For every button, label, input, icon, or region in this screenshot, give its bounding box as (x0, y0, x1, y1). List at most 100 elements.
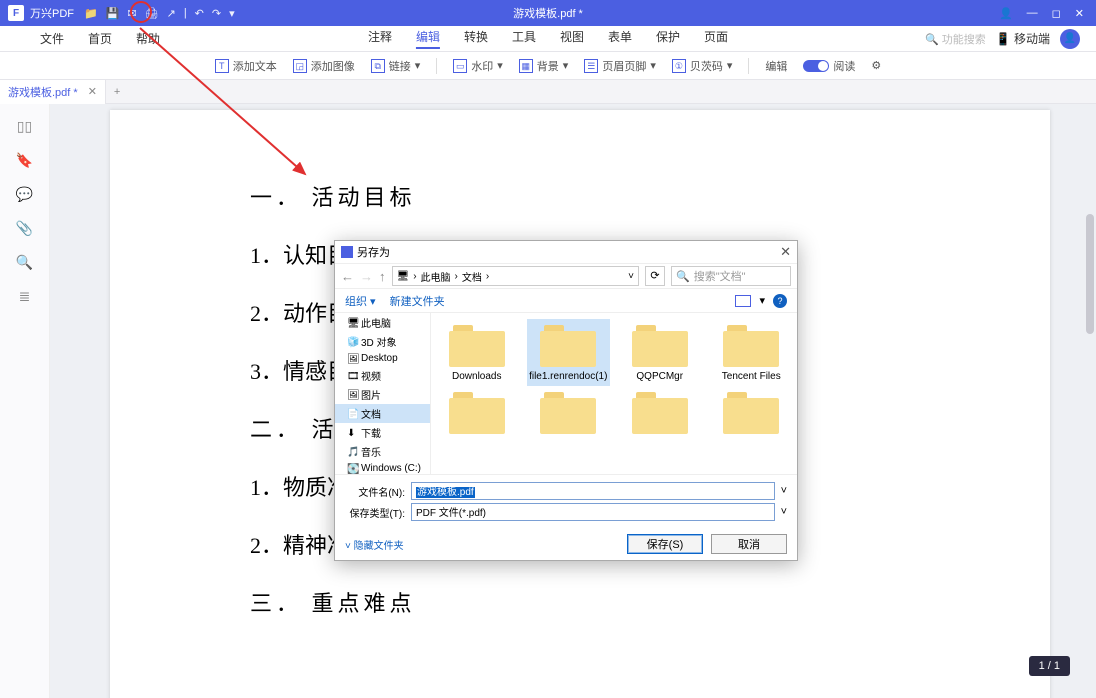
tab-form[interactable]: 表单 (608, 28, 632, 49)
tree-node-pictures[interactable]: 🖼图片 (335, 385, 430, 404)
mobile-link[interactable]: 📱 移动端 (996, 30, 1050, 47)
settings-button[interactable]: ⚙ (871, 59, 881, 72)
tab-page[interactable]: 页面 (704, 28, 728, 49)
open-icon[interactable]: 📁 (84, 7, 98, 20)
dialog-search[interactable]: 🔍 搜索"文档" (671, 266, 791, 286)
comments-icon[interactable]: 💬 (16, 186, 34, 204)
tree-node-downloads[interactable]: ⬇下载 (335, 423, 430, 442)
folder-item[interactable] (618, 386, 702, 442)
add-text-button[interactable]: T添加文本 (215, 58, 277, 74)
left-sidebar: ▯▯ 🔖 💬 📎 🔍 ≣ (0, 104, 50, 698)
filename-label: 文件名(N): (345, 484, 405, 499)
undo-icon[interactable]: ↶ (195, 7, 204, 20)
tree-node-pc[interactable]: 🖥此电脑 (335, 313, 430, 332)
nav-forward-icon[interactable]: → (360, 269, 373, 284)
folder-icon (723, 390, 779, 434)
help-icon[interactable]: ? (773, 294, 787, 308)
bates-button[interactable]: ①贝茨码 ▾ (672, 58, 733, 74)
tab-close-icon[interactable]: ✕ (88, 85, 97, 98)
filename-input[interactable]: 游戏模板.pdf (411, 482, 775, 500)
close-icon[interactable]: ✕ (1075, 7, 1084, 20)
tree-node-documents[interactable]: 📄文档 (335, 404, 430, 423)
filetype-select[interactable]: PDF 文件(*.pdf) (411, 503, 775, 521)
read-mode-toggle[interactable]: 阅读 (803, 58, 855, 74)
app-name: 万兴PDF (30, 5, 74, 21)
maximize-icon[interactable]: ◻ (1052, 7, 1061, 20)
mail-icon[interactable]: ✉ (127, 7, 136, 20)
tree-node-drive-c[interactable]: 💽Windows (C:) (335, 461, 430, 474)
tree-node-videos[interactable]: 🎞视频 (335, 366, 430, 385)
tree-node-desktop[interactable]: 🖼Desktop (335, 351, 430, 366)
folder-icon (449, 390, 505, 434)
filetype-dropdown-icon[interactable]: ˅ (781, 506, 787, 518)
folder-icon (449, 323, 505, 367)
thumbnails-icon[interactable]: ▯▯ (16, 118, 34, 136)
tab-view[interactable]: 视图 (560, 28, 584, 49)
dialog-titlebar[interactable]: 另存为 ✕ (335, 241, 797, 263)
edit-mode[interactable]: 编辑 (765, 58, 787, 74)
bookmark-icon[interactable]: 🔖 (16, 152, 34, 170)
folder-item[interactable] (435, 386, 519, 442)
cancel-button[interactable]: 取消 (711, 534, 787, 554)
view-mode-button[interactable] (735, 295, 751, 307)
folder-item[interactable]: file1.renrendoc(1) (527, 319, 611, 386)
search-icon[interactable]: 🔍 (16, 254, 34, 272)
watermark-button[interactable]: ▭水印 ▾ (453, 58, 503, 74)
background-button[interactable]: ▦背景 ▾ (519, 58, 569, 74)
dialog-close-icon[interactable]: ✕ (780, 244, 791, 260)
folder-icon (632, 323, 688, 367)
header-footer-button[interactable]: ☰页眉页脚 ▾ (584, 58, 656, 74)
feature-search[interactable]: 🔍 功能搜索 (925, 31, 986, 47)
tree-node-music[interactable]: 🎵音乐 (335, 442, 430, 461)
organize-button[interactable]: 组织 ▾ (345, 293, 376, 309)
new-tab-button[interactable]: + (106, 86, 128, 98)
folder-icon (540, 390, 596, 434)
menu-home[interactable]: 首页 (88, 30, 112, 47)
pc-icon: 🖥 (397, 271, 410, 282)
more-icon[interactable]: ▾ (229, 7, 235, 20)
dialog-body: 🖥此电脑 🧊3D 对象 🖼Desktop 🎞视频 🖼图片 📄文档 ⬇下载 🎵音乐… (335, 313, 797, 474)
file-grid[interactable]: Downloads file1.renrendoc(1) QQPCMgr Ten… (431, 313, 797, 474)
folder-item[interactable] (527, 386, 611, 442)
folder-item[interactable]: Tencent Files (710, 319, 794, 386)
attachments-icon[interactable]: 📎 (16, 220, 34, 238)
save-button[interactable]: 保存(S) (627, 534, 703, 554)
page-indicator[interactable]: 1 / 1 (1029, 656, 1070, 676)
hide-folders-link[interactable]: ˅ 隐藏文件夹 (345, 537, 404, 552)
nav-up-icon[interactable]: ↑ (379, 269, 386, 284)
print-icon[interactable]: 🖨 (145, 7, 159, 20)
menu-help[interactable]: 帮助 (136, 30, 160, 47)
folder-tree[interactable]: 🖥此电脑 🧊3D 对象 🖼Desktop 🎞视频 🖼图片 📄文档 ⬇下载 🎵音乐… (335, 313, 431, 474)
user-icon[interactable]: 👤 (999, 7, 1013, 20)
window-controls: 👤 — ◻ ✕ (987, 7, 1096, 20)
minimize-icon[interactable]: — (1027, 7, 1038, 20)
filename-dropdown-icon[interactable]: ˅ (781, 485, 787, 497)
tab-edit[interactable]: 编辑 (416, 28, 440, 49)
redo-icon[interactable]: ↷ (212, 7, 221, 20)
tab-comment[interactable]: 注释 (368, 28, 392, 49)
dialog-title: 另存为 (357, 244, 390, 260)
folder-item[interactable]: QQPCMgr (618, 319, 702, 386)
new-folder-button[interactable]: 新建文件夹 (390, 293, 445, 309)
refresh-icon[interactable]: ⟳ (645, 266, 665, 286)
separator: | (184, 7, 187, 19)
user-avatar[interactable]: 👤 (1060, 29, 1080, 49)
document-tab[interactable]: 游戏模板.pdf * ✕ (0, 80, 106, 104)
breadcrumb[interactable]: 🖥› 此电脑› 文档› ˅ (392, 266, 640, 286)
folder-item[interactable]: Downloads (435, 319, 519, 386)
tab-convert[interactable]: 转换 (464, 28, 488, 49)
layers-icon[interactable]: ≣ (16, 288, 34, 306)
add-image-button[interactable]: ◲添加图像 (293, 58, 355, 74)
share-icon[interactable]: ↗ (167, 7, 176, 20)
tab-tool[interactable]: 工具 (512, 28, 536, 49)
nav-back-icon[interactable]: ← (341, 269, 354, 284)
dialog-toolbar: 组织 ▾ 新建文件夹 ▾ ? (335, 289, 797, 313)
tree-node-3d[interactable]: 🧊3D 对象 (335, 332, 430, 351)
folder-item[interactable] (710, 386, 794, 442)
separator (436, 58, 437, 74)
tab-protect[interactable]: 保护 (656, 28, 680, 49)
save-icon[interactable]: 💾 (106, 7, 120, 20)
vertical-scrollbar[interactable] (1086, 214, 1094, 698)
menu-file[interactable]: 文件 (40, 30, 64, 47)
link-button[interactable]: ⧉链接 ▾ (371, 58, 421, 74)
